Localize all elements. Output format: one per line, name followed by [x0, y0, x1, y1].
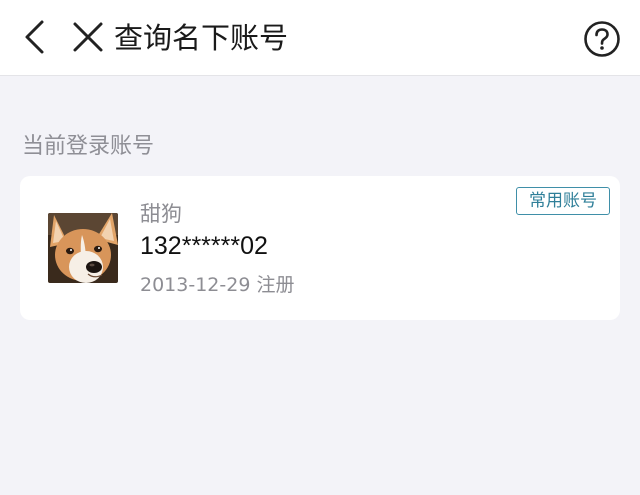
- avatar: [48, 213, 118, 283]
- registration-date: 2013-12-29 注册: [140, 274, 295, 296]
- account-phone: 132******02: [140, 232, 268, 260]
- section-label: 当前登录账号: [22, 134, 155, 159]
- question-circle-icon: [584, 21, 620, 57]
- help-button[interactable]: [580, 17, 624, 61]
- back-button[interactable]: [14, 17, 54, 57]
- account-card[interactable]: 甜狗 132******02 2013-12-29 注册 常用账号: [20, 176, 620, 320]
- chevron-left-icon: [25, 20, 44, 54]
- frequent-account-badge: 常用账号: [516, 187, 610, 215]
- close-icon: [73, 22, 103, 52]
- corgi-dog-avatar: [48, 213, 118, 283]
- account-nickname: 甜狗: [140, 202, 182, 226]
- close-button[interactable]: [66, 17, 110, 57]
- page-title: 查询名下账号: [114, 21, 289, 55]
- top-nav-bar: 查询名下账号: [0, 0, 640, 76]
